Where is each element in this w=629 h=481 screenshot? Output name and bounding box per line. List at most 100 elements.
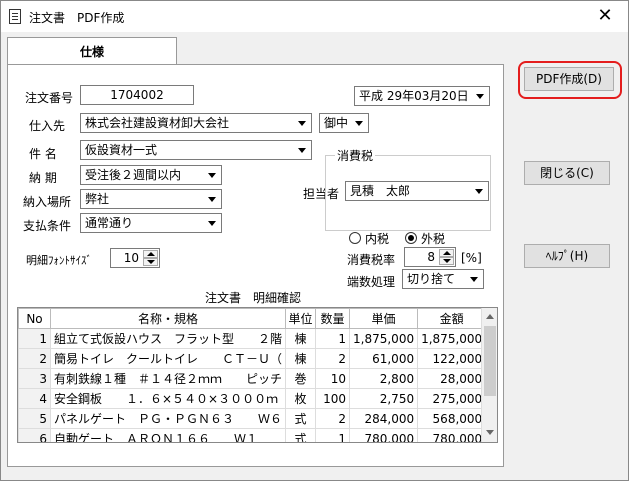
row-amount[interactable]: 275,000 xyxy=(417,388,487,409)
row-qty[interactable]: 1 xyxy=(315,428,351,442)
row-amount[interactable]: 28,000 xyxy=(417,368,487,389)
row-unit[interactable]: 式 xyxy=(285,428,317,442)
spin-down-icon[interactable] xyxy=(143,258,158,266)
chevron-down-icon[interactable] xyxy=(204,215,220,231)
font-size-value: 10 xyxy=(123,251,139,265)
deadline-value: 受注後２週間以内 xyxy=(85,168,182,182)
supplier-select[interactable]: 株式会社建設資材卸大会社 xyxy=(80,113,312,133)
tax-groupbox xyxy=(325,155,491,231)
col-name[interactable]: 名称・規格 xyxy=(49,308,287,329)
close-window-button[interactable]: ✕ xyxy=(582,1,628,32)
row-amount[interactable]: 568,000 xyxy=(417,408,487,429)
row-name[interactable]: 有刺鉄線１種 ＃１４径２ｍｍ ピッチ xyxy=(49,368,287,389)
subject-label: 件 名 xyxy=(29,147,57,161)
table-row[interactable]: 3 有刺鉄線１種 ＃１４径２ｍｍ ピッチ 巻 10 2,800 28,000 xyxy=(18,368,487,389)
chevron-down-icon[interactable] xyxy=(294,142,310,158)
row-price[interactable]: 2,750 xyxy=(349,388,419,409)
row-qty[interactable]: 10 xyxy=(315,368,351,389)
grid-scrollbar[interactable] xyxy=(481,308,497,442)
tax-group-title: 消費税 xyxy=(335,147,376,164)
table-row[interactable]: 6 自動ゲート ＡＲＯＮ１６６ Ｗ１ 式 1 780,000 780,000 xyxy=(18,428,487,442)
create-pdf-button[interactable]: PDF作成(D) xyxy=(524,67,614,91)
chevron-down-icon[interactable] xyxy=(204,191,220,207)
table-row[interactable]: 5 パネルゲート ＰＧ・ＰＧＮ６３ Ｗ６ 式 2 284,000 568,000 xyxy=(18,408,487,429)
order-no-field[interactable]: 1704002 xyxy=(80,85,194,105)
col-qty[interactable]: 数量 xyxy=(315,308,351,329)
tax-excl-label: 外税 xyxy=(421,232,446,246)
row-price[interactable]: 1,875,000 xyxy=(349,328,419,349)
deadline-select[interactable]: 受注後２週間以内 xyxy=(80,165,222,185)
spin-up-icon[interactable] xyxy=(143,250,158,258)
row-unit[interactable]: 式 xyxy=(285,408,317,429)
row-qty[interactable]: 100 xyxy=(315,388,351,409)
close-button[interactable]: 閉じる(C) xyxy=(524,161,610,185)
row-unit[interactable]: 枚 xyxy=(285,388,317,409)
row-qty[interactable]: 1 xyxy=(315,328,351,349)
row-no: 1 xyxy=(18,328,51,349)
detail-grid[interactable]: No 名称・規格 単位 数量 単価 金額 1 組立て式仮設ハウス フラット型 ２… xyxy=(17,307,498,443)
row-no: 2 xyxy=(18,348,51,369)
place-select[interactable]: 弊社 xyxy=(80,189,222,209)
row-qty[interactable]: 2 xyxy=(315,408,351,429)
row-qty[interactable]: 2 xyxy=(315,348,351,369)
col-unit[interactable]: 単位 xyxy=(285,308,317,329)
row-price[interactable]: 2,800 xyxy=(349,368,419,389)
row-unit[interactable]: 巻 xyxy=(285,368,317,389)
row-unit[interactable]: 棟 xyxy=(285,328,317,349)
row-unit[interactable]: 棟 xyxy=(285,348,317,369)
window-title: 注文書 PDF作成 xyxy=(29,11,125,25)
row-amount[interactable]: 122,000 xyxy=(417,348,487,369)
subject-select[interactable]: 仮設資材一式 xyxy=(80,140,312,160)
row-name[interactable]: 組立て式仮設ハウス フラット型 ２階 xyxy=(49,328,287,349)
tax-excl-radio[interactable] xyxy=(405,232,417,244)
rounding-select[interactable]: 切り捨て xyxy=(402,269,484,289)
row-name[interactable]: 簡易トイレ クールトイレ ＣＴ－Ｕ（ xyxy=(49,348,287,369)
detail-table: No 名称・規格 単位 数量 単価 金額 1 組立て式仮設ハウス フラット型 ２… xyxy=(18,308,487,442)
row-price[interactable]: 284,000 xyxy=(349,408,419,429)
rounding-label: 端数処理 xyxy=(347,275,396,289)
row-no: 6 xyxy=(18,428,51,442)
chevron-down-icon[interactable] xyxy=(466,271,482,287)
tax-rate-label: 消費税率 xyxy=(347,253,396,267)
chevron-down-icon[interactable] xyxy=(472,88,488,104)
font-size-label: 明細ﾌｫﾝﾄｻｲｽﾞ xyxy=(26,254,92,267)
row-no: 4 xyxy=(18,388,51,409)
payment-value: 通常通り xyxy=(85,216,134,230)
col-no[interactable]: No xyxy=(18,308,51,329)
row-name[interactable]: 自動ゲート ＡＲＯＮ１６６ Ｗ１ xyxy=(49,428,287,442)
col-price[interactable]: 単価 xyxy=(349,308,419,329)
row-price[interactable]: 61,000 xyxy=(349,348,419,369)
row-name[interactable]: パネルゲート ＰＧ・ＰＧＮ６３ Ｗ６ xyxy=(49,408,287,429)
row-price[interactable]: 780,000 xyxy=(349,428,419,442)
tab-spec[interactable]: 仕様 xyxy=(7,37,177,65)
table-header-row: No 名称・規格 単位 数量 単価 金額 xyxy=(18,308,487,329)
date-picker[interactable]: 平成 29年03月20日 xyxy=(354,86,490,106)
spin-up-icon[interactable] xyxy=(439,249,454,257)
grid-caption: 注文書 明細確認 xyxy=(205,291,302,305)
honorific-value: 御中 xyxy=(324,116,349,130)
scroll-thumb[interactable] xyxy=(484,326,496,396)
table-row[interactable]: 1 組立て式仮設ハウス フラット型 ２階 棟 1 1,875,000 1,875… xyxy=(18,328,487,349)
tax-incl-radio[interactable] xyxy=(349,232,361,244)
honorific-select[interactable]: 御中 xyxy=(319,113,369,133)
spin-down-icon[interactable] xyxy=(439,257,454,265)
table-row[interactable]: 4 安全鋼板 １．６×５４０×３０００ｍ 枚 100 2,750 275,000 xyxy=(18,388,487,409)
date-value: 平成 29年03月20日 xyxy=(359,89,469,103)
font-size-stepper[interactable]: 10 xyxy=(110,248,160,268)
tax-incl-label: 内税 xyxy=(365,232,390,246)
payment-label: 支払条件 xyxy=(23,219,72,233)
chevron-down-icon[interactable] xyxy=(294,115,310,131)
table-row[interactable]: 2 簡易トイレ クールトイレ ＣＴ－Ｕ（ 棟 2 61,000 122,000 xyxy=(18,348,487,369)
row-amount[interactable]: 1,875,000 xyxy=(417,328,487,349)
chevron-down-icon[interactable] xyxy=(204,167,220,183)
col-amount[interactable]: 金額 xyxy=(417,308,487,329)
chevron-down-icon[interactable] xyxy=(351,115,367,131)
order-no-label: 注文番号 xyxy=(25,91,74,105)
payment-select[interactable]: 通常通り xyxy=(80,213,222,233)
help-button[interactable]: ﾍﾙﾌﾟ(H) xyxy=(524,244,610,268)
row-no: 5 xyxy=(18,408,51,429)
row-name[interactable]: 安全鋼板 １．６×５４０×３０００ｍ xyxy=(49,388,287,409)
tax-rate-stepper[interactable]: 8 xyxy=(404,247,456,267)
supplier-value: 株式会社建設資材卸大会社 xyxy=(85,116,230,130)
row-amount[interactable]: 780,000 xyxy=(417,428,487,442)
